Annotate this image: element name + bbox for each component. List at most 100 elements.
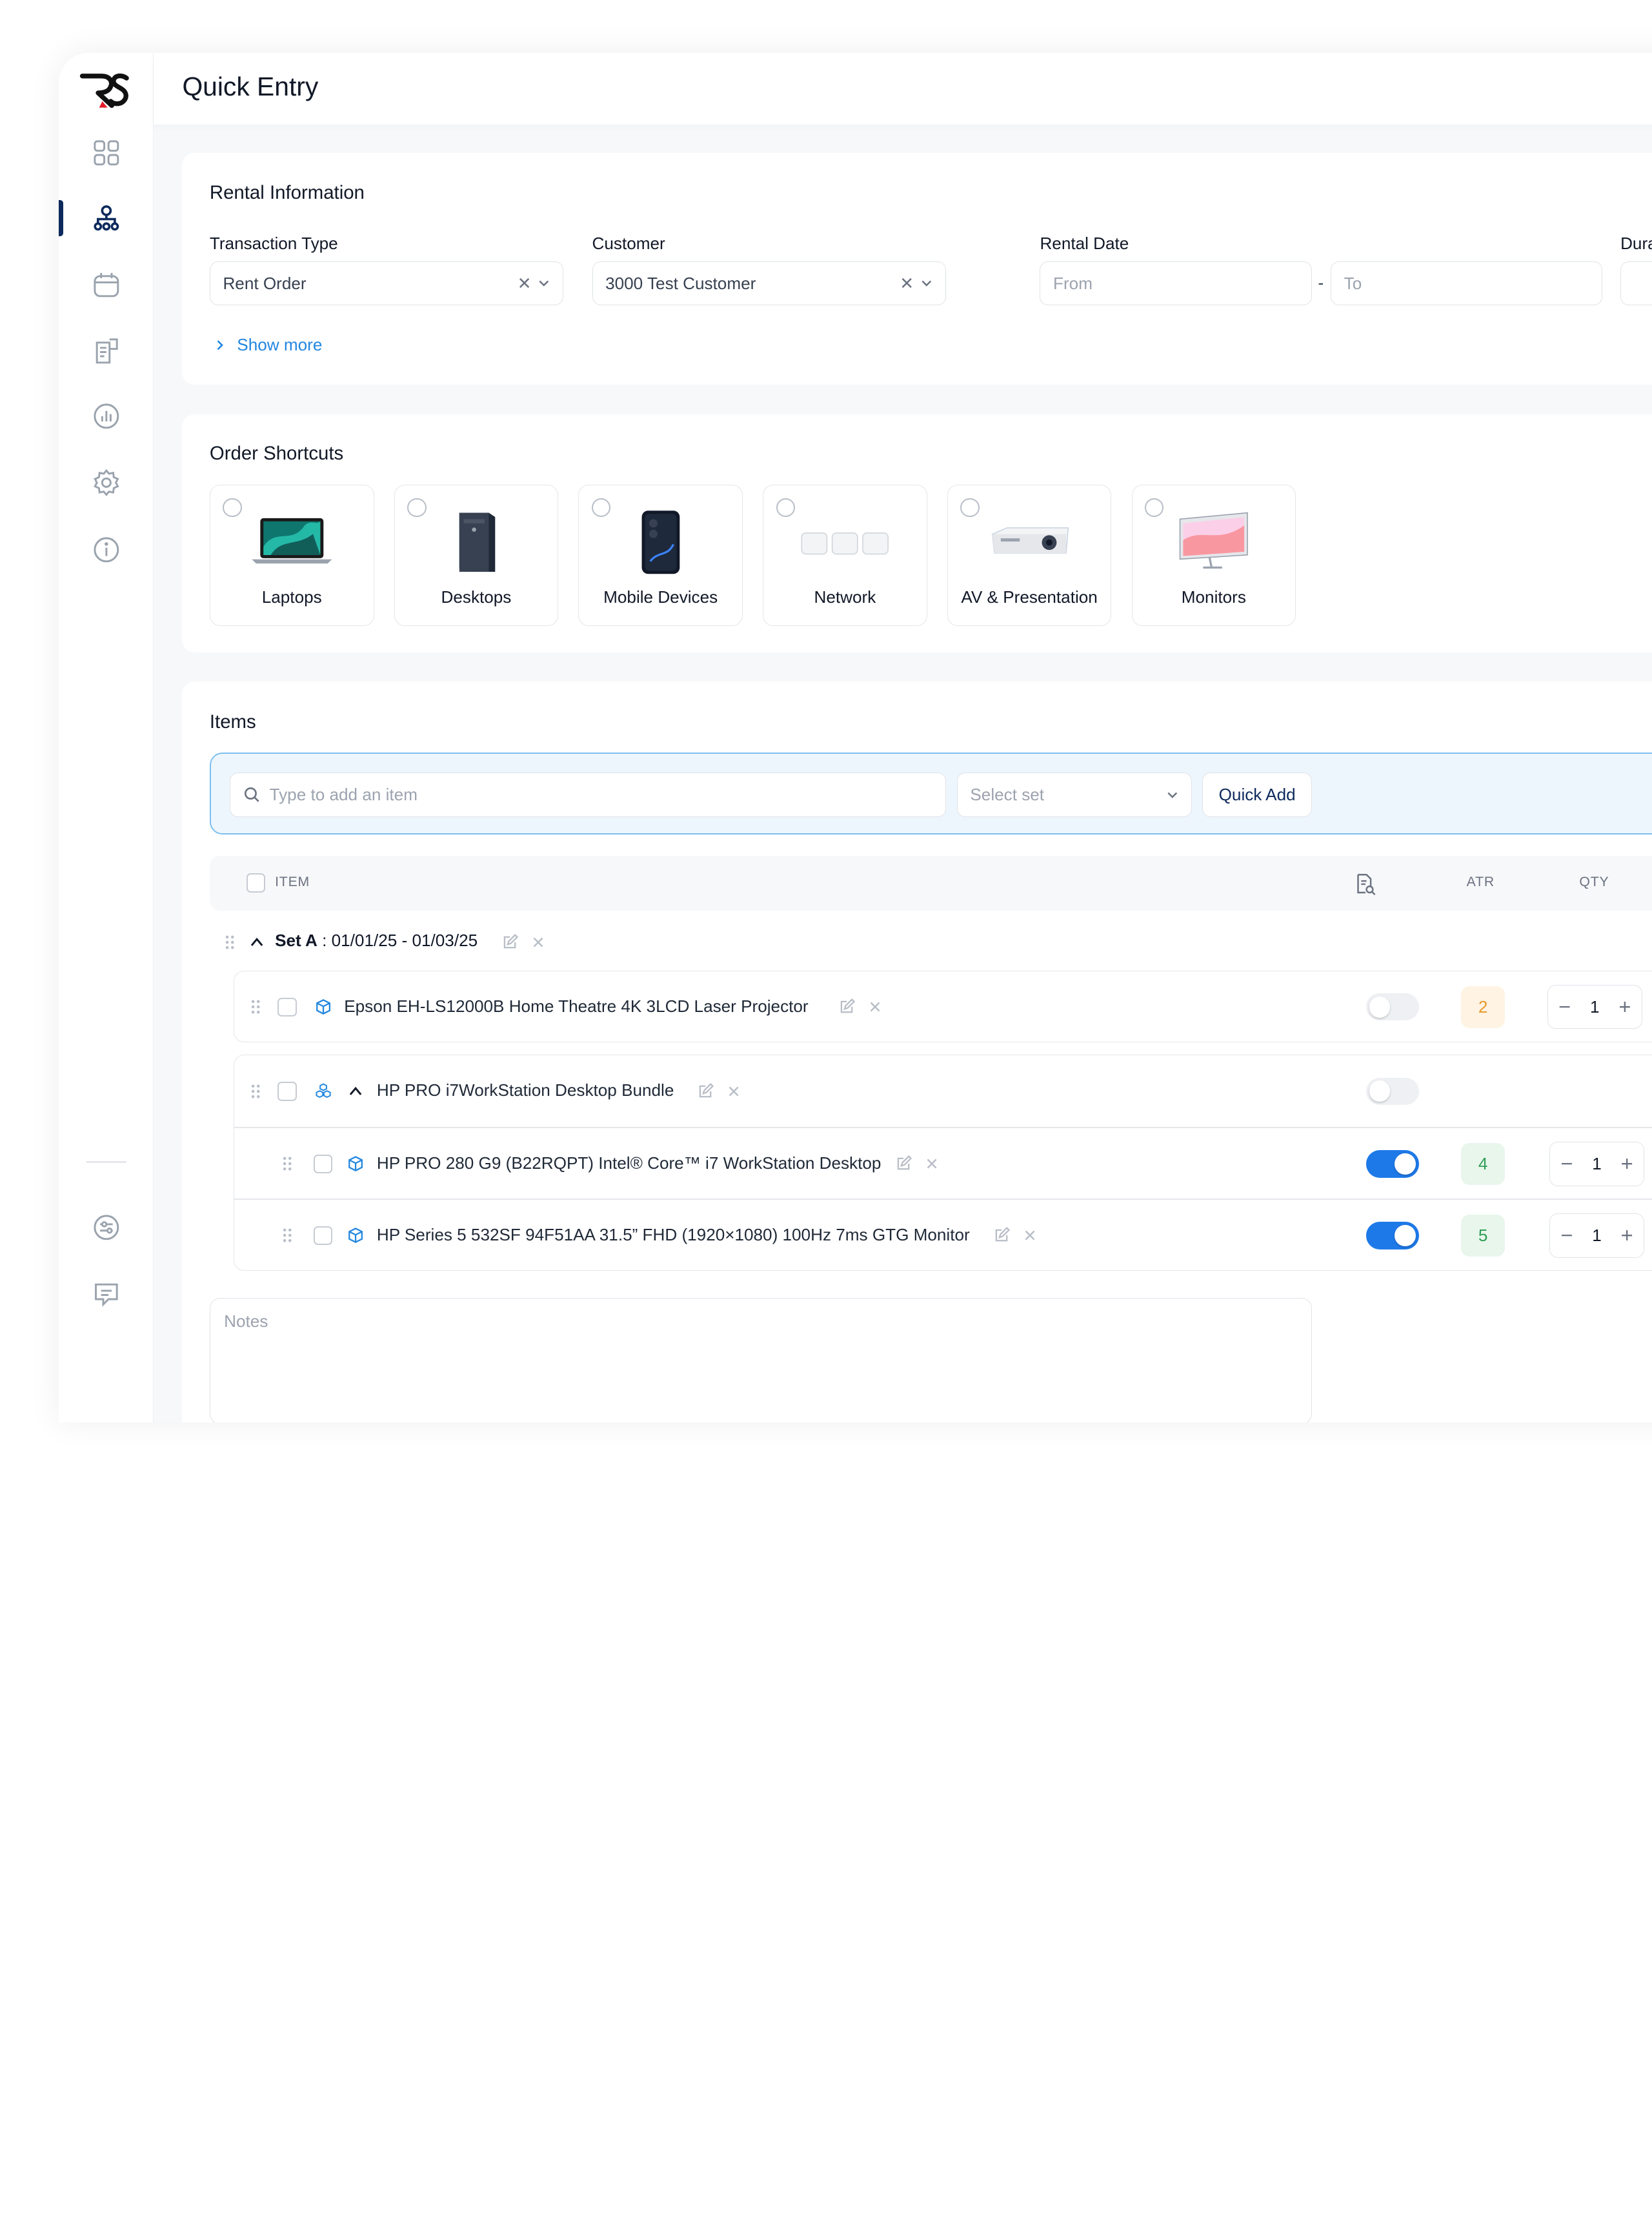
chevron-down-icon — [1167, 792, 1177, 798]
increment-button[interactable]: + — [1621, 1153, 1633, 1175]
desktop-tower-image — [395, 509, 558, 576]
edit-icon[interactable] — [993, 1227, 1011, 1244]
clear-icon[interactable]: ✕ — [900, 274, 914, 294]
decrement-button[interactable]: − — [1560, 1224, 1573, 1246]
set-name: Set A — [275, 930, 317, 950]
increment-button[interactable]: + — [1621, 1224, 1633, 1246]
drag-handle-icon[interactable] — [250, 1083, 261, 1100]
sidebar-item-settings[interactable] — [59, 461, 154, 503]
row-checkbox[interactable] — [313, 1226, 333, 1246]
edit-icon[interactable] — [895, 1155, 912, 1172]
edit-icon[interactable] — [838, 998, 856, 1015]
rs-logo[interactable] — [78, 70, 131, 112]
clear-icon[interactable]: ✕ — [518, 274, 532, 294]
quantity-stepper[interactable]: − 1 + — [1547, 984, 1642, 1029]
shortcut-av-presentation[interactable]: AV & Presentation — [947, 485, 1112, 626]
item-toggle[interactable] — [1365, 1150, 1419, 1178]
app-window: Quick Entry Rental Information Transacti… — [59, 52, 1652, 1423]
shortcut-laptops[interactable]: Laptops — [209, 485, 374, 626]
column-atr: ATR — [1466, 875, 1495, 890]
select-set-dropdown[interactable]: Select set — [956, 773, 1192, 817]
row-checkbox[interactable] — [277, 997, 297, 1016]
set-label: Set A : 01/01/25 - 01/03/25 — [275, 931, 478, 951]
set-header-row: Set A : 01/01/25 - 01/03/25 — [210, 916, 1652, 969]
customer-select[interactable]: 3000 Test Customer ✕ — [592, 261, 947, 306]
product-box-icon — [347, 1155, 364, 1172]
remove-icon[interactable] — [1022, 1227, 1038, 1244]
sidebar-item-dashboard[interactable] — [59, 132, 154, 174]
remove-icon[interactable] — [530, 934, 547, 951]
chevron-down-icon[interactable] — [538, 277, 550, 290]
rental-date-to-input[interactable]: To — [1331, 261, 1603, 306]
chevron-up-icon[interactable] — [347, 1083, 364, 1100]
quantity-stepper[interactable]: − 1 + — [1549, 1213, 1644, 1258]
shortcut-label: Desktops — [441, 587, 512, 607]
item-toggle[interactable] — [1365, 993, 1419, 1021]
drag-handle-icon[interactable] — [282, 1227, 292, 1244]
sidebar-item-quick-entry[interactable] — [59, 197, 154, 239]
remove-icon[interactable] — [923, 1155, 940, 1172]
top-bar: Quick Entry — [154, 52, 1652, 125]
decrement-button[interactable]: − — [1558, 996, 1571, 1018]
shortcut-label: Mobile Devices — [603, 587, 718, 607]
shortcut-monitors[interactable]: Monitors — [1131, 485, 1296, 626]
sidebar-item-info[interactable] — [59, 529, 154, 571]
sidebar-item-messages[interactable] — [59, 1273, 154, 1315]
chevron-down-icon[interactable] — [920, 277, 933, 290]
sidebar-item-reports[interactable] — [59, 395, 154, 437]
atr-badge: 2 — [1460, 986, 1506, 1028]
quick-add-button[interactable]: Quick Add — [1202, 773, 1313, 817]
rental-date-from-input[interactable]: From — [1040, 261, 1312, 306]
increment-button[interactable]: + — [1618, 996, 1631, 1018]
table-row: Epson EH-LS12000B Home Theatre 4K 3LCD L… — [234, 971, 1652, 1043]
drag-handle-icon[interactable] — [282, 1155, 292, 1172]
remove-icon[interactable] — [725, 1083, 742, 1100]
drag-handle-icon[interactable] — [250, 998, 261, 1015]
row-checkbox[interactable] — [277, 1082, 297, 1101]
chevron-up-icon[interactable] — [248, 934, 265, 951]
transaction-type-value: Rent Order — [223, 273, 307, 293]
item-search-bar: Type to add an item Select set Quick Add — [209, 752, 1652, 835]
shortcut-mobile-devices[interactable]: Mobile Devices — [578, 485, 743, 626]
row-checkbox[interactable] — [313, 1154, 333, 1174]
org-hierarchy-icon — [94, 205, 119, 231]
bundle-row: HP PRO i7WorkStation Desktop Bundle — [234, 1055, 1652, 1127]
calendar-icon — [94, 272, 119, 298]
show-more-link[interactable]: Show more — [214, 335, 322, 355]
document-search-icon[interactable] — [1354, 873, 1377, 896]
remove-icon[interactable] — [867, 998, 883, 1015]
smartphone-image — [579, 509, 742, 576]
sidebar-item-calendar[interactable] — [59, 263, 154, 305]
quantity-value: 1 — [1592, 1225, 1602, 1245]
quantity-value: 1 — [1592, 1153, 1602, 1173]
item-name: HP Series 5 532SF 94F51AA 31.5” FHD (192… — [376, 1225, 970, 1245]
atr-badge: 4 — [1460, 1142, 1506, 1186]
sidebar — [59, 52, 154, 1423]
quantity-stepper[interactable]: − 1 + — [1549, 1142, 1644, 1186]
select-all-checkbox[interactable] — [247, 873, 266, 893]
shortcut-desktops[interactable]: Desktops — [394, 485, 559, 626]
edit-icon[interactable] — [501, 933, 519, 951]
date-range-separator: - — [1318, 272, 1324, 292]
decrement-button[interactable]: − — [1560, 1153, 1573, 1175]
items-card: Items Type to add an item Select set Qui… — [182, 682, 1652, 1423]
item-search-input[interactable]: Type to add an item — [230, 773, 947, 817]
bundle-toggle[interactable] — [1365, 1077, 1419, 1106]
shortcut-network[interactable]: Network — [763, 485, 927, 626]
transaction-type-select[interactable]: Rent Order ✕ — [209, 261, 564, 306]
sidebar-item-preferences[interactable] — [59, 1206, 154, 1248]
shortcut-label: Monitors — [1181, 587, 1246, 607]
duration-label: Dura — [1620, 234, 1652, 254]
notes-textarea[interactable]: Notes — [209, 1298, 1312, 1423]
item-toggle[interactable] — [1365, 1222, 1419, 1249]
duration-input[interactable] — [1620, 261, 1652, 306]
item-search-placeholder: Type to add an item — [269, 784, 418, 804]
sidebar-item-documents[interactable] — [59, 330, 154, 372]
shortcut-label: Network — [814, 587, 876, 607]
drag-handle-icon[interactable] — [225, 934, 235, 951]
edit-icon[interactable] — [697, 1082, 714, 1100]
rental-information-title: Rental Information — [209, 182, 365, 204]
atr-badge: 5 — [1460, 1214, 1506, 1257]
set-dates: 01/01/25 - 01/03/25 — [331, 930, 478, 950]
bundle-boxes-icon — [315, 1083, 332, 1100]
